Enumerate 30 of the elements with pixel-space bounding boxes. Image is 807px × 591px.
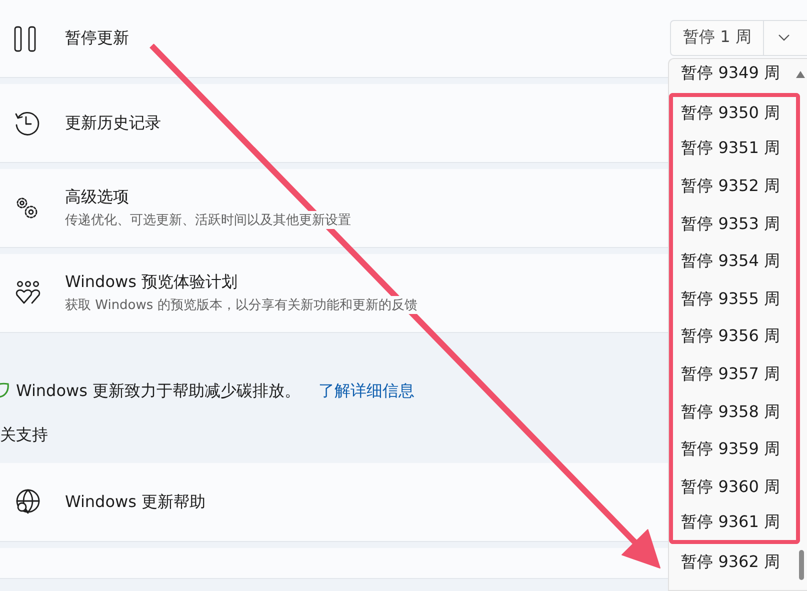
dropdown-option[interactable]: 暂停 9360 周 (669, 468, 800, 506)
dropdown-option[interactable]: 暂停 9353 周 (669, 205, 800, 243)
dropdown-option[interactable]: 暂停 9351 周 (669, 130, 800, 168)
dropdown-option[interactable]: 暂停 9362 周 (669, 544, 800, 582)
globe-search-icon (14, 488, 42, 516)
dropdown-option[interactable]: 暂停 9350 周 (669, 92, 800, 130)
scrollbar-thumb[interactable] (799, 550, 804, 580)
dropdown-option[interactable]: 暂停 9356 周 (669, 318, 800, 356)
dropdown-option[interactable]: 暂停 9352 周 (669, 168, 800, 206)
history-icon (14, 110, 40, 136)
scroll-up-icon[interactable] (796, 71, 805, 78)
dropdown-option[interactable]: 暂停 9357 周 (669, 356, 800, 394)
dropdown-option[interactable]: 暂停 9358 周 (669, 393, 800, 431)
setting-title: Windows 更新帮助 (65, 492, 206, 512)
section-heading: 关支持 (0, 425, 49, 446)
setting-description: 获取 Windows 的预览版本，以分享有关新功能和更新的反馈 (65, 296, 418, 314)
dropdown-option[interactable]: 暂停 9361 周 (669, 506, 800, 544)
dropdown-option[interactable]: 暂停 9359 周 (669, 430, 800, 469)
learn-more-link[interactable]: 了解详细信息 (318, 380, 415, 402)
carbon-message: Windows 更新致力于帮助减少碳排放。 (16, 380, 301, 402)
pause-icon (14, 26, 38, 52)
chevron-down-icon (778, 34, 790, 42)
dropdown-option[interactable]: 暂停 9355 周 (669, 280, 800, 318)
hearts-icon (14, 280, 42, 306)
gears-icon (14, 195, 40, 221)
pause-duration-dropdown[interactable]: 暂停 1 周 (670, 20, 807, 56)
dropdown-option[interactable]: 暂停 9354 周 (669, 242, 800, 281)
setting-title: 更新历史记录 (65, 112, 161, 134)
setting-description: 传递优化、可选更新、活跃时间以及其他更新设置 (65, 211, 351, 229)
leaf-icon (0, 382, 10, 400)
